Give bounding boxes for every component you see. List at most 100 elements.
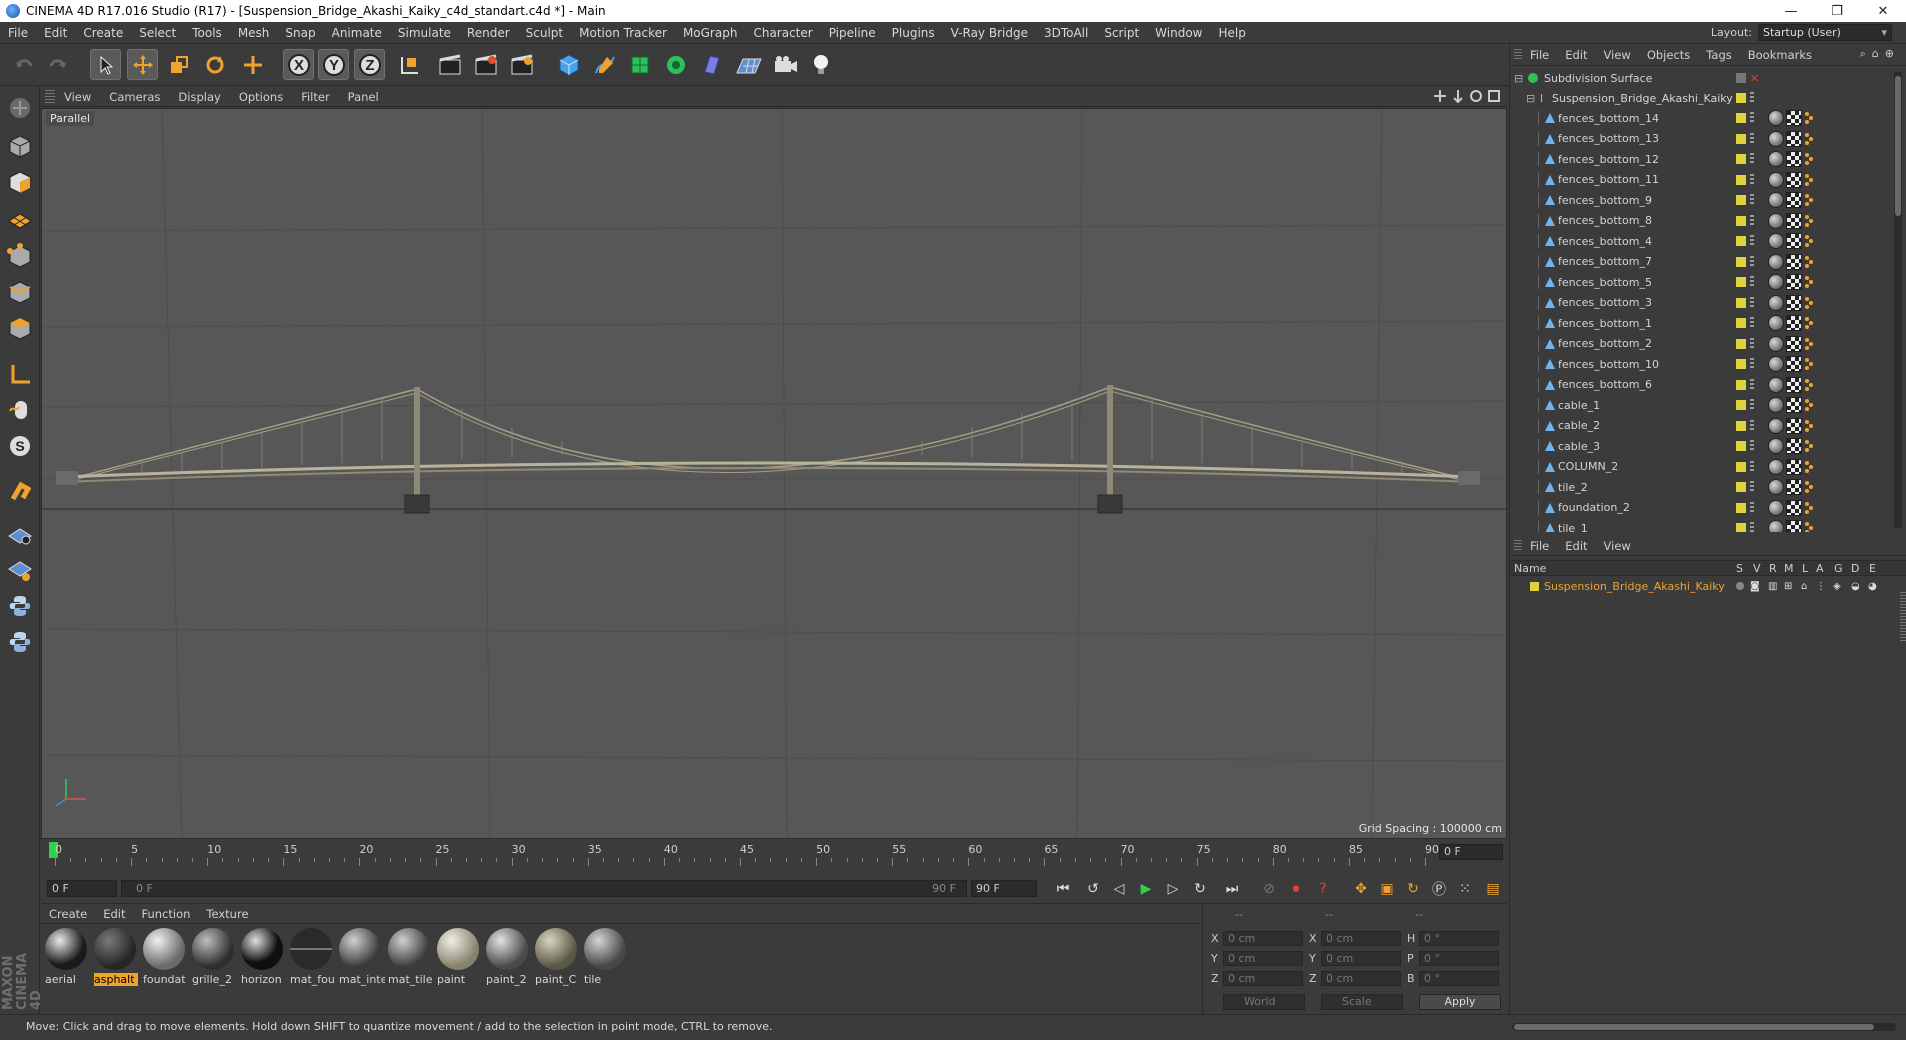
layer-swatch[interactable] — [1736, 441, 1746, 451]
object-row-group[interactable]: ⊟ ⅼ Suspension_Bridge_Akashi_Kaiky — [1510, 88, 1890, 108]
menu-vray-bridge[interactable]: V-Ray Bridge — [943, 22, 1036, 44]
visibility-dots-icon[interactable] — [1750, 255, 1754, 268]
floor-icon[interactable] — [733, 49, 764, 80]
layer-swatch[interactable] — [1736, 359, 1746, 369]
go-to-start-icon[interactable]: ⏮ — [1051, 877, 1075, 901]
layer-swatch[interactable] — [1736, 195, 1746, 205]
manager-toggle-icon[interactable]: ⊞ — [1784, 581, 1792, 592]
end-frame-field[interactable]: 90 F — [971, 880, 1037, 897]
column-expressions[interactable]: E — [1869, 562, 1876, 575]
material-tag-icon[interactable] — [1768, 110, 1784, 126]
lock-toggle-icon[interactable]: ⌂ — [1801, 581, 1807, 592]
render-toggle-icon[interactable]: ▥ — [1768, 581, 1777, 592]
home-icon[interactable]: ⌂ — [1872, 47, 1879, 61]
layer-swatch[interactable] — [1736, 113, 1746, 123]
texture-tag-icon[interactable] — [1786, 499, 1802, 516]
model-mode-icon[interactable] — [4, 130, 36, 162]
visibility-dots-icon[interactable] — [1750, 358, 1754, 370]
material-menu-edit[interactable]: Edit — [95, 907, 133, 921]
undo-icon[interactable] — [8, 49, 39, 80]
object-menu-bookmarks[interactable]: Bookmarks — [1740, 48, 1820, 62]
search-icon[interactable]: ⌕ — [1860, 47, 1866, 61]
new-window-icon[interactable]: ⊕ — [1885, 47, 1894, 61]
selection-tag-icon[interactable] — [1804, 378, 1814, 392]
apply-button[interactable]: Apply — [1419, 994, 1501, 1010]
cube-object-icon[interactable] — [553, 49, 584, 80]
texture-tag-icon[interactable] — [1786, 192, 1802, 208]
menu-character[interactable]: Character — [745, 22, 820, 44]
texture-tag-icon[interactable] — [1786, 212, 1802, 229]
layer-swatch[interactable] — [1736, 73, 1746, 83]
material-swatch[interactable]: mat_tile — [386, 926, 432, 990]
material-tag-icon[interactable] — [1768, 171, 1784, 188]
pen-spline-icon[interactable] — [589, 49, 620, 80]
object-row[interactable]: tile_2 — [1510, 477, 1890, 497]
texture-tag-icon[interactable] — [1786, 356, 1802, 372]
selection-tag-icon[interactable] — [1804, 132, 1814, 146]
object-row[interactable]: fences_bottom_11 — [1510, 170, 1890, 190]
disabled-check-icon[interactable]: ✕ — [1750, 72, 1759, 85]
selection-tag-icon[interactable] — [1804, 316, 1814, 330]
object-row[interactable]: fences_bottom_10 — [1510, 354, 1890, 374]
object-row[interactable]: fences_bottom_14 — [1510, 108, 1890, 128]
texture-tag-icon[interactable] — [1786, 253, 1802, 270]
object-row[interactable]: cable_1 — [1510, 395, 1890, 415]
collapse-icon[interactable]: ⊟ — [1514, 72, 1523, 85]
menu-snap[interactable]: Snap — [277, 22, 323, 44]
restore-button[interactable]: ❐ — [1814, 0, 1860, 22]
material-tag-icon[interactable] — [1768, 335, 1784, 352]
material-menu-create[interactable]: Create — [41, 907, 95, 921]
render-view-icon[interactable] — [434, 49, 465, 80]
selection-tag-icon[interactable] — [1804, 234, 1814, 248]
object-row[interactable]: fences_bottom_9 — [1510, 190, 1890, 210]
menu-help[interactable]: Help — [1210, 22, 1253, 44]
key-scale-icon[interactable]: ▣ — [1375, 877, 1399, 901]
visibility-dots-icon[interactable] — [1750, 317, 1754, 329]
layer-swatch[interactable] — [1736, 297, 1746, 308]
texture-tag-icon[interactable] — [1786, 376, 1802, 393]
visibility-dots-icon[interactable] — [1750, 214, 1754, 227]
texture-tag-icon[interactable] — [1786, 274, 1802, 290]
selection-tag-icon[interactable] — [1804, 501, 1814, 515]
key-pla-icon[interactable]: ⁙ — [1453, 877, 1477, 901]
material-swatch[interactable]: paint — [435, 926, 481, 990]
range-slider[interactable]: 0 F 90 F — [121, 880, 967, 897]
next-frame-icon[interactable]: ▷ — [1161, 877, 1185, 901]
previous-frame-icon[interactable]: ◁ — [1107, 877, 1131, 901]
layout-dropdown[interactable]: Startup (User) — [1758, 24, 1892, 41]
object-row[interactable]: fences_bottom_8 — [1510, 211, 1890, 231]
selection-tag-icon[interactable] — [1804, 460, 1814, 474]
redo-icon[interactable] — [42, 49, 73, 80]
layer-swatch[interactable] — [1736, 215, 1746, 226]
keyframe-selection-icon[interactable]: ? — [1311, 877, 1335, 901]
layer-swatch[interactable] — [1736, 256, 1746, 267]
rotation-h-field[interactable]: 0 ° — [1419, 931, 1499, 946]
texture-mode-icon[interactable] — [4, 166, 36, 198]
column-view[interactable]: V — [1753, 562, 1761, 575]
object-row[interactable]: COLUMN_2 — [1510, 457, 1890, 477]
selection-tag-icon[interactable] — [1804, 275, 1814, 289]
visibility-dots-icon[interactable] — [1750, 460, 1754, 473]
layer-swatch[interactable] — [1736, 338, 1746, 349]
make-editable-icon[interactable] — [4, 92, 36, 124]
enable-axis-icon[interactable] — [4, 518, 36, 550]
texture-tag-icon[interactable] — [1786, 335, 1802, 352]
start-frame-field[interactable]: 0 F — [47, 880, 117, 897]
subdivision-surface-icon[interactable] — [624, 49, 655, 80]
object-row[interactable]: fences_bottom_3 — [1510, 293, 1890, 313]
viewport-menu-panel[interactable]: Panel — [339, 90, 388, 104]
tweak-mode-icon[interactable] — [4, 394, 36, 426]
texture-tag-icon[interactable] — [1786, 438, 1802, 454]
visibility-dots-icon[interactable] — [1750, 276, 1754, 288]
layer-swatch[interactable] — [1736, 482, 1746, 492]
menu-create[interactable]: Create — [75, 22, 131, 44]
object-row[interactable]: fences_bottom_12 — [1510, 149, 1890, 169]
layer-swatch[interactable] — [1736, 502, 1746, 513]
maximize-view-icon[interactable] — [1487, 89, 1501, 103]
menu-3dtoall[interactable]: 3DToAll — [1036, 22, 1096, 44]
material-tag-icon[interactable] — [1768, 192, 1784, 208]
timeline-window-icon[interactable]: ▤ — [1481, 877, 1505, 901]
object-scrollbar[interactable] — [1894, 72, 1902, 528]
size-y-field[interactable]: 0 cm — [1321, 951, 1401, 966]
visibility-dots-icon[interactable] — [1750, 296, 1754, 309]
